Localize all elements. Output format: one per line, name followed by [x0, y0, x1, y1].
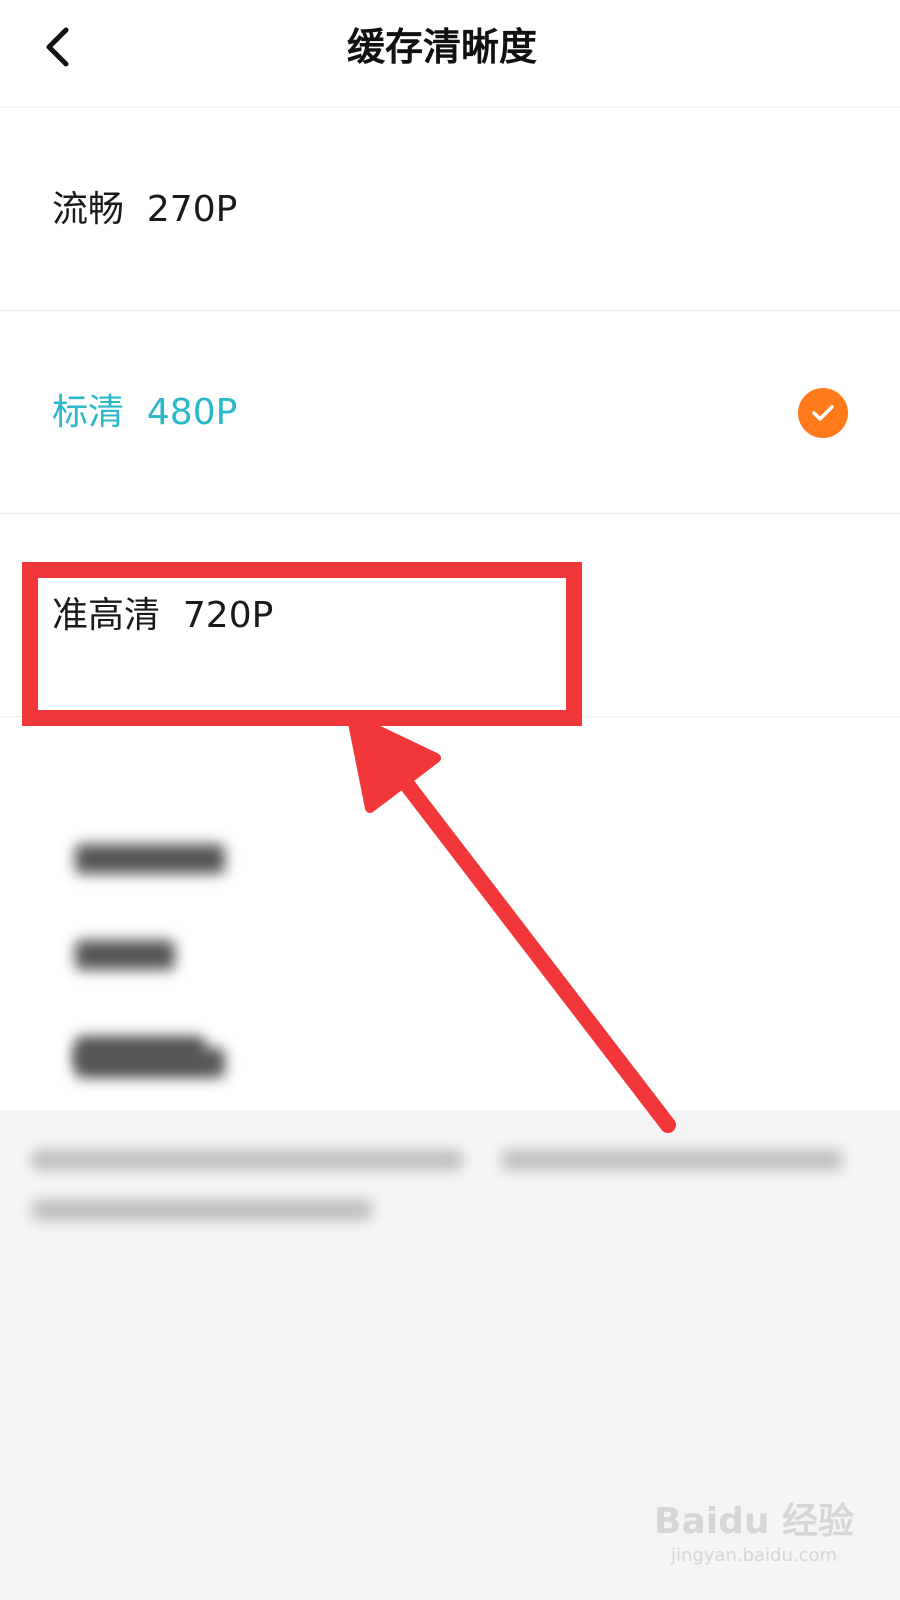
- option-near-hd-720p[interactable]: 准高清 720P: [0, 514, 900, 717]
- baidu-watermark: Baidu 经验 jingyan.baidu.com: [654, 1500, 854, 1568]
- option-label: 标清 480P: [52, 392, 238, 433]
- page-title: 缓存清晰度: [346, 25, 537, 69]
- option-label: 准高清 720P: [52, 595, 274, 636]
- top-bar: 缓存清晰度: [0, 0, 900, 108]
- watermark-logo: Baidu 经验: [654, 1501, 855, 1542]
- option-label: 流畅 270P: [52, 189, 238, 230]
- check-icon: [798, 388, 848, 438]
- option-smooth-270p[interactable]: 流畅 270P: [0, 108, 900, 311]
- blurred-note: [32, 1200, 432, 1224]
- blurred-note: [32, 1150, 852, 1174]
- watermark-url: jingyan.baidu.com: [670, 1545, 838, 1566]
- option-standard-480p[interactable]: 标清 480P: [0, 311, 900, 514]
